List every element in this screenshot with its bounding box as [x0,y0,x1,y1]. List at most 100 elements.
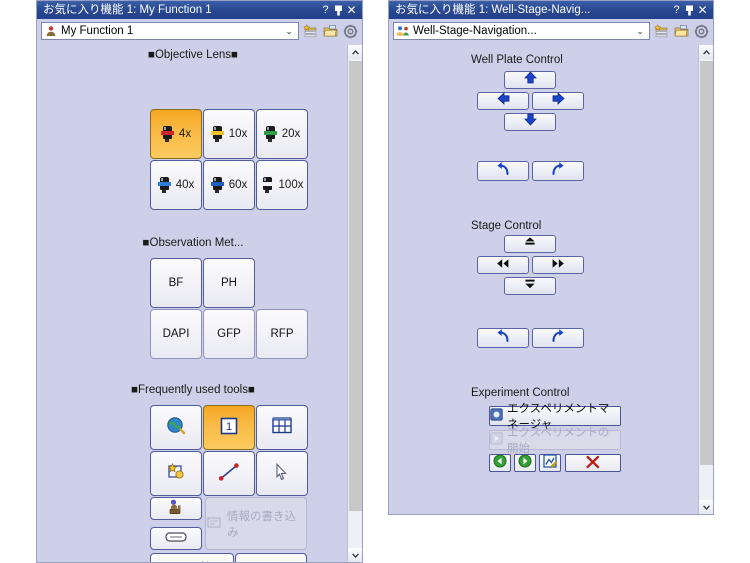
user-icon [44,25,58,38]
tool-button-cursor[interactable] [256,451,308,496]
stage-down-button[interactable] [504,277,556,295]
navigation-select-value: Well-Stage-Navigation... [413,25,537,37]
help-icon[interactable]: ? [670,3,683,17]
help-icon[interactable]: ? [319,3,332,17]
left-panel-titlebar: お気に入り機能 1: My Function 1 ? ✕ [37,1,362,19]
observation-button-rfp[interactable]: RFP [256,309,308,359]
objective-label: 60x [228,179,248,191]
observation-label: DAPI [162,328,190,340]
scroll-up-button[interactable] [699,45,713,59]
undo-icon [494,328,512,349]
experiment-prev-button[interactable] [489,454,511,472]
scroll-down-button[interactable] [348,548,362,562]
experiment-chart-edit-button[interactable] [539,453,561,472]
stage-control-label: Stage Control [471,220,542,232]
svg-text:1: 1 [226,421,232,433]
close-icon[interactable]: ✕ [345,3,358,17]
objective-button-10x[interactable]: 10x [203,109,255,159]
well-plate-undo-button[interactable] [477,161,529,181]
observation-label: GFP [217,328,241,340]
left-scrollbar[interactable] [347,45,362,562]
experiment-cancel-button[interactable] [565,454,621,472]
function-select[interactable]: My Function 1 ⌄ [41,22,299,40]
microscope-user-button[interactable] [150,497,202,520]
tool-button-grid[interactable] [256,405,308,450]
well-plate-redo-button[interactable] [532,161,584,181]
right-panel-body: Well Plate Control Stage Control Experim… [389,45,713,514]
observation-button-bf[interactable]: BF [150,258,202,308]
cursor-arrow-icon [275,462,289,484]
slide-icon [165,531,187,546]
grid-icon [272,417,292,438]
pin-icon[interactable] [683,3,696,17]
pin-icon[interactable] [332,3,345,17]
objective-icon [210,126,224,142]
folder-open-icon[interactable] [673,23,690,40]
number-one-icon: 1 [220,417,238,438]
objective-button-100x[interactable]: 100x [256,160,308,210]
capture-label: 取り込み... [176,557,233,563]
gear-icon[interactable] [693,23,710,40]
star-tool-icon [166,462,186,485]
objective-label: 20x [281,128,301,140]
stage-right-button[interactable] [532,256,584,274]
green-back-arrow-icon [493,454,507,473]
options-button[interactable]: オプション [235,553,307,562]
globe-icon [166,416,186,439]
stage-up-button[interactable] [504,235,556,253]
screenshot-root: お気に入り機能 1: My Function 1 ? ✕ My Function… [0,0,750,563]
observation-button-ph[interactable]: PH [203,258,255,308]
tool-button-measure[interactable] [203,451,255,496]
chevron-down-icon[interactable]: ⌄ [282,26,296,37]
well-plate-right-button[interactable] [532,92,584,110]
arrow-up-icon [523,71,537,89]
close-icon[interactable]: ✕ [696,3,709,17]
objective-icon [260,177,274,193]
scroll-up-button[interactable] [348,45,362,59]
objective-label: 4x [178,128,192,140]
objective-button-60x[interactable]: 60x [203,160,255,210]
observation-button-dapi[interactable]: DAPI [150,309,202,359]
stage-undo-button[interactable] [477,328,529,348]
favorite-function-panel-left: お気に入り機能 1: My Function 1 ? ✕ My Function… [36,0,363,563]
objective-button-4x[interactable]: 4x [150,109,202,159]
folder-open-icon[interactable] [322,23,339,40]
experiment-manager-icon [490,408,503,424]
tool-button-star[interactable] [150,451,202,496]
scroll-down-button[interactable] [699,500,713,514]
navigation-select[interactable]: Well-Stage-Navigation... ⌄ [393,22,650,40]
double-arrow-up-icon [523,235,537,253]
chevron-down-icon[interactable]: ⌄ [633,26,647,37]
tool-button-globe[interactable] [150,405,202,450]
objective-icon [210,177,224,193]
objective-button-40x[interactable]: 40x [150,160,202,210]
observation-method-header: ■Observation Met... [142,237,244,249]
objective-label: 10x [228,128,248,140]
experiment-manager-button[interactable]: エクスペリメントマネージャ [489,403,621,431]
play-icon [490,432,503,448]
scroll-thumb[interactable] [349,61,362,511]
capture-button[interactable]: 取り込み... [150,553,234,562]
experiment-start-label: エクスペリメントの開始 [507,427,610,455]
right-panel-titlebar: お気に入り機能 1: Well-Stage-Navig... ? ✕ [389,1,713,19]
observation-button-gfp[interactable]: GFP [203,309,255,359]
well-plate-left-button[interactable] [477,92,529,110]
experiment-control-label: Experiment Control [471,387,570,399]
list-star-icon[interactable] [302,23,319,40]
objective-icon [157,177,171,193]
slide-button[interactable] [150,527,202,550]
observation-label: PH [221,277,237,289]
list-star-icon[interactable] [653,23,670,40]
experiment-next-button[interactable] [514,454,536,472]
scroll-thumb[interactable] [700,61,713,465]
well-plate-down-button[interactable] [504,113,556,131]
experiment-start-button: エクスペリメントの開始 [489,427,621,455]
objective-button-20x[interactable]: 20x [256,109,308,159]
stage-redo-button[interactable] [532,328,584,348]
well-plate-up-button[interactable] [504,71,556,89]
stage-left-button[interactable] [477,256,529,274]
gear-icon[interactable] [342,23,359,40]
right-scrollbar[interactable] [698,45,713,514]
tool-button-one[interactable]: 1 [203,405,255,450]
measure-line-icon [218,462,240,485]
